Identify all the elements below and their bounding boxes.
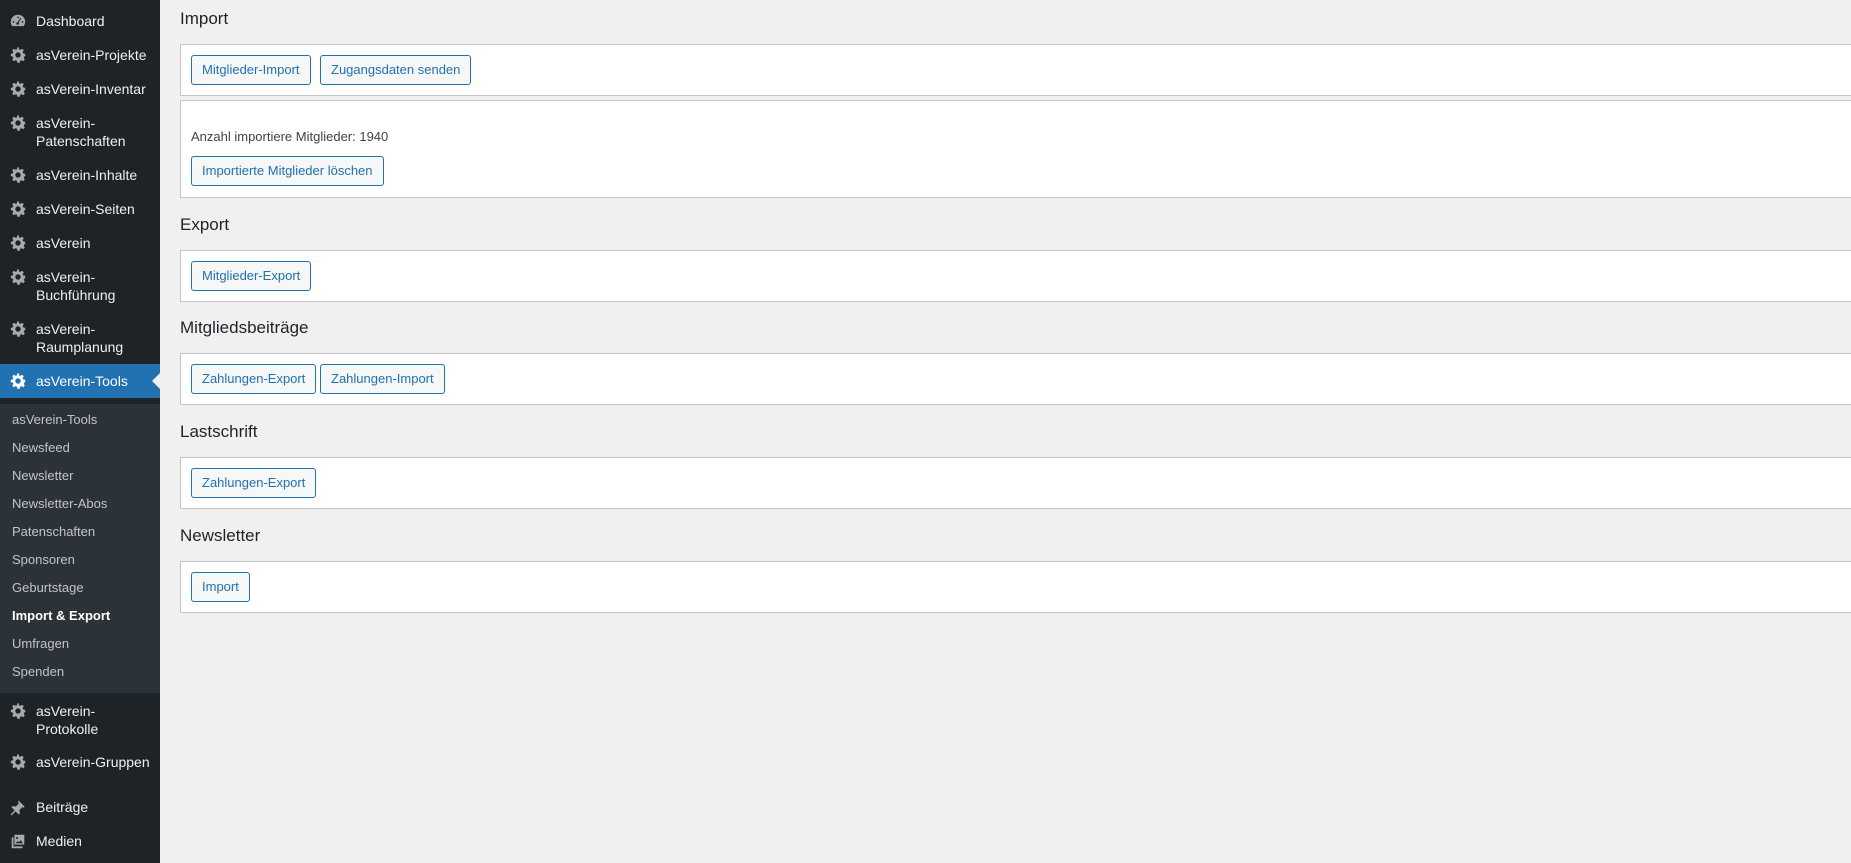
menu-label: asVerein-Projekte	[36, 47, 147, 63]
menu-item-dashboard[interactable]: Dashboard	[0, 12, 160, 30]
mitglieder-export-button[interactable]: Mitglieder-Export	[191, 261, 312, 291]
section-title-mitgliedsbeitraege: Mitgliedsbeiträge	[180, 318, 309, 337]
submenu-item-sponsoren[interactable]: Sponsoren	[12, 552, 75, 568]
gear-icon	[0, 80, 36, 98]
gear-icon	[0, 372, 36, 390]
zugangsdaten-senden-button[interactable]: Zugangsdaten senden	[320, 55, 472, 85]
menu-label-line1: asVerein-	[36, 269, 96, 285]
menu-label: asVerein-Gruppen	[36, 754, 150, 770]
pin-icon	[0, 798, 36, 816]
submenu-item-spenden[interactable]: Spenden	[12, 664, 64, 680]
menu-label-line2: Protokolle	[36, 721, 99, 737]
lastschrift-zahlungen-export-button[interactable]: Zahlungen-Export	[191, 468, 317, 498]
import-buttons-box: Mitglieder-Import Zugangsdaten senden	[180, 44, 1851, 96]
export-buttons-box: Mitglieder-Export	[180, 250, 1851, 302]
gear-icon	[0, 166, 36, 184]
submenu-asverein-tools: asVerein-Tools Newsfeed Newsletter Newsl…	[0, 404, 160, 693]
menu-label-line1: asVerein-	[36, 115, 96, 131]
admin-sidebar: Dashboard asVerein-Projekte asVerein-Inv…	[0, 0, 160, 863]
submenu-item-umfragen[interactable]: Umfragen	[12, 636, 69, 652]
menu-item-asverein-patenschaften[interactable]: asVerein- Patenschaften	[0, 114, 160, 150]
menu-label-line2: Raumplanung	[36, 339, 124, 355]
menu-label: asVerein-Inhalte	[36, 167, 138, 183]
menu-item-asverein-tools[interactable]: asVerein-Tools	[0, 364, 160, 398]
menu-item-asverein-protokolle[interactable]: asVerein- Protokolle	[0, 702, 160, 738]
delete-imported-members-button[interactable]: Importierte Mitglieder löschen	[191, 156, 384, 186]
imported-members-box: Anzahl importiere Mitglieder: 1940 Impor…	[180, 100, 1851, 198]
menu-label: asVerein-Inventar	[36, 81, 146, 97]
menu-item-asverein-raumplanung[interactable]: asVerein- Raumplanung	[0, 320, 160, 356]
menu-item-asverein-inventar[interactable]: asVerein-Inventar	[0, 80, 160, 98]
menu-label: Beiträge	[36, 799, 89, 815]
gear-icon	[0, 268, 36, 286]
section-title-import: Import	[180, 9, 229, 28]
gear-icon	[0, 234, 36, 252]
gear-icon	[0, 320, 36, 338]
submenu-item-newsletter-abos[interactable]: Newsletter-Abos	[12, 496, 107, 512]
submenu-item-newsletter[interactable]: Newsletter	[12, 468, 73, 484]
menu-item-medien[interactable]: Medien	[0, 832, 160, 850]
imported-members-count: Anzahl importiere Mitglieder: 1940	[191, 129, 389, 144]
section-title-newsletter: Newsletter	[180, 526, 261, 545]
menu-label-line2: Buchführung	[36, 287, 116, 303]
submenu-item-newsfeed[interactable]: Newsfeed	[12, 440, 70, 456]
submenu-item-import-export[interactable]: Import & Export	[12, 608, 110, 624]
menu-label: asVerein- Protokolle	[36, 702, 98, 738]
menu-label: asVerein	[36, 235, 91, 251]
submenu-item-asverein-tools[interactable]: asVerein-Tools	[12, 412, 97, 428]
menu-item-asverein-buchfuehrung[interactable]: asVerein- Buchführung	[0, 268, 160, 304]
zahlungen-import-button[interactable]: Zahlungen-Import	[320, 364, 445, 394]
mitglieder-import-button[interactable]: Mitglieder-Import	[191, 55, 311, 85]
menu-label: asVerein- Patenschaften	[36, 114, 126, 150]
menu-label-line1: asVerein-	[36, 703, 96, 719]
menu-item-asverein[interactable]: asVerein	[0, 234, 160, 252]
gear-icon	[0, 114, 36, 132]
menu-label-line1: asVerein-	[36, 321, 96, 337]
menu-item-asverein-gruppen[interactable]: asVerein-Gruppen	[0, 753, 160, 771]
submenu-item-geburtstage[interactable]: Geburtstage	[12, 580, 84, 596]
beitraege-buttons-box: Zahlungen-Export Zahlungen-Import	[180, 353, 1851, 405]
menu-item-asverein-projekte[interactable]: asVerein-Projekte	[0, 46, 160, 64]
gear-icon	[0, 200, 36, 218]
zahlungen-export-button[interactable]: Zahlungen-Export	[191, 364, 317, 394]
section-title-lastschrift: Lastschrift	[180, 422, 258, 441]
menu-item-asverein-inhalte[interactable]: asVerein-Inhalte	[0, 166, 160, 184]
gear-icon	[0, 46, 36, 64]
newsletter-buttons-box: Import	[180, 561, 1851, 613]
menu-item-asverein-seiten[interactable]: asVerein-Seiten	[0, 200, 160, 218]
menu-label: asVerein- Raumplanung	[36, 320, 123, 356]
newsletter-import-button[interactable]: Import	[191, 572, 250, 602]
menu-label: Medien	[36, 833, 82, 849]
gear-icon	[0, 702, 36, 720]
dashboard-icon	[0, 12, 36, 30]
menu-label: Dashboard	[36, 13, 105, 29]
section-title-export: Export	[180, 215, 230, 234]
menu-label: asVerein-Tools	[36, 373, 128, 389]
submenu-item-patenschaften[interactable]: Patenschaften	[12, 524, 95, 540]
menu-item-beitraege[interactable]: Beiträge	[0, 798, 160, 816]
media-icon	[0, 832, 36, 850]
lastschrift-buttons-box: Zahlungen-Export	[180, 457, 1851, 509]
gear-icon	[0, 753, 36, 771]
main-content: Import Mitglieder-Import Zugangsdaten se…	[160, 0, 1851, 863]
menu-label: asVerein- Buchführung	[36, 268, 115, 304]
menu-label-line2: Patenschaften	[36, 133, 126, 149]
menu-label: asVerein-Seiten	[36, 201, 135, 217]
